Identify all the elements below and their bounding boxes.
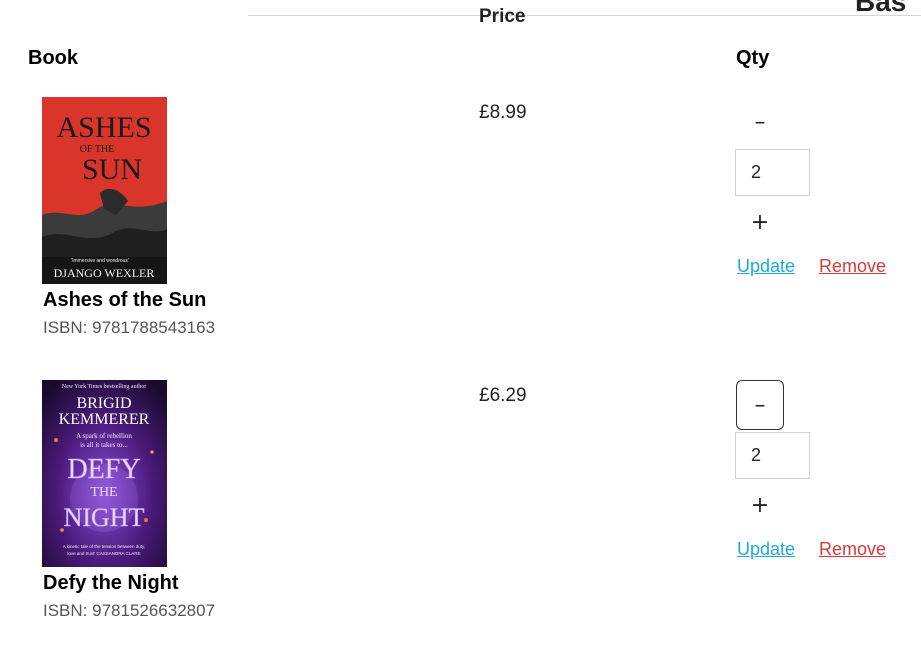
cover-tagline-line2: is all it takes to... (80, 441, 128, 449)
header-divider (248, 15, 921, 16)
quantity-input[interactable] (735, 432, 810, 479)
minus-icon: – (754, 109, 766, 135)
update-link[interactable]: Update (737, 256, 795, 277)
cover-blurb: 'Immersive and wondrous' (71, 258, 129, 264)
remove-link[interactable]: Remove (819, 539, 886, 560)
increase-qty-button[interactable]: + (736, 198, 784, 246)
cover-title-line3: NIGHT (64, 503, 145, 532)
basket-row: ASHES OF THE SUN 'Immersive and wondrous… (0, 96, 921, 379)
book-isbn: ISBN: 9781526632807 (43, 601, 216, 620)
increase-qty-button[interactable]: + (736, 481, 784, 529)
book-price: £8.99 (479, 102, 527, 123)
cover-bottom-line2: love and trust' CASSANDRA CLARE (67, 551, 140, 556)
book-price: £6.29 (479, 385, 527, 406)
column-header-qty: Qty (736, 47, 770, 69)
minus-icon: – (754, 392, 766, 418)
cover-title-line3: SUN (82, 153, 142, 186)
book-cover-image: New York Times bestselling author BRIGID… (42, 380, 167, 567)
cover-tagline-line1: A spark of rebellion (76, 432, 132, 440)
remove-link[interactable]: Remove (819, 256, 886, 277)
quantity-input[interactable] (735, 149, 810, 196)
plus-icon: + (750, 209, 770, 235)
cover-author-line1: BRIGID (76, 395, 131, 412)
decrease-qty-button[interactable]: – (736, 380, 784, 430)
column-header-book: Book (28, 47, 78, 69)
cover-title-line1: DEFY (67, 454, 140, 485)
book-isbn: ISBN: 9781788543163 (43, 318, 216, 337)
cover-title-line2: THE (90, 485, 117, 500)
book-title: Ashes of the Sun (43, 289, 207, 311)
cover-title-line1: ASHES (56, 111, 151, 144)
cover-author: DJANGO WEXLER (54, 266, 155, 280)
book-cover-art: New York Times bestselling author BRIGID… (42, 380, 167, 567)
cover-author-line2: KEMMERER (59, 411, 150, 428)
cover-bottom-line1: A kinetic tale of the tension between du… (63, 544, 145, 549)
book-title: Defy the Night (43, 572, 179, 594)
update-link[interactable]: Update (737, 539, 795, 560)
column-header-price: Price (479, 6, 526, 27)
book-cover-image: ASHES OF THE SUN 'Immersive and wondrous… (42, 97, 167, 284)
decrease-qty-button[interactable]: – (736, 97, 784, 147)
cover-top-line: New York Times bestselling author (62, 384, 147, 390)
book-cover-art: ASHES OF THE SUN 'Immersive and wondrous… (42, 97, 167, 284)
basket-row: New York Times bestselling author BRIGID… (0, 379, 921, 662)
plus-icon: + (750, 492, 770, 518)
